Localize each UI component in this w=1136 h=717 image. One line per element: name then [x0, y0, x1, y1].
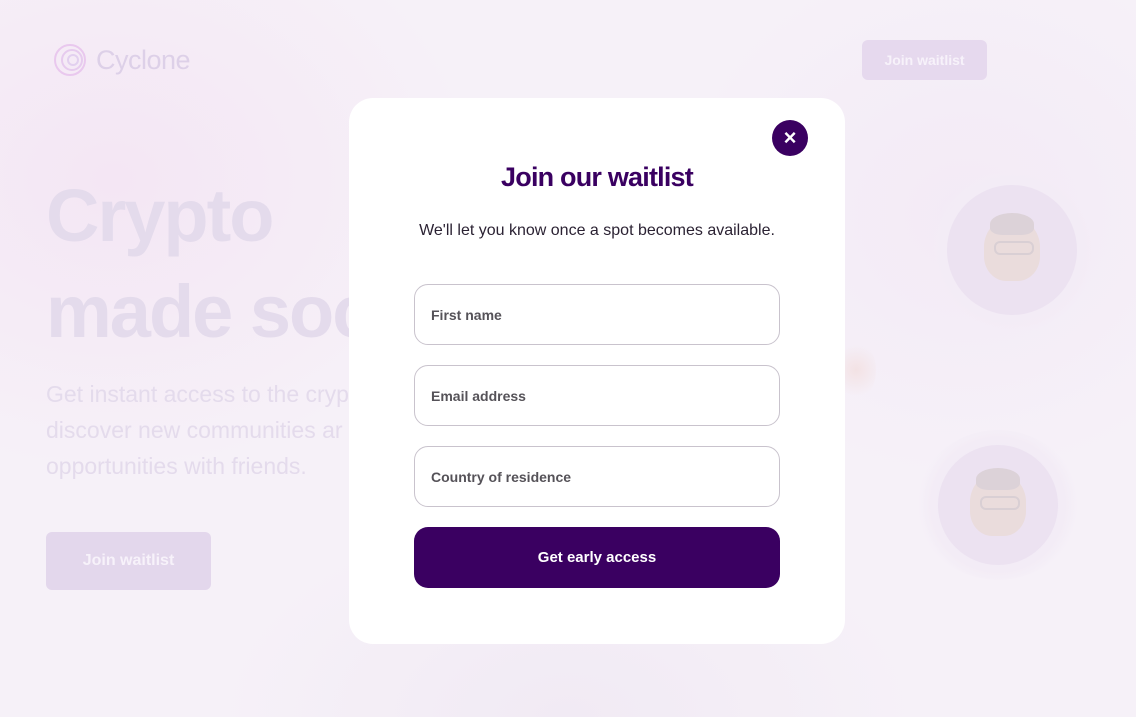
hero-subtitle-line: opportunities with friends.: [46, 453, 307, 479]
modal-title: Join our waitlist: [501, 162, 694, 192]
first-name-field[interactable]: [414, 284, 780, 345]
avatar-card-thinking: [916, 430, 1080, 580]
nav-join-waitlist-button[interactable]: Join waitlist: [862, 40, 987, 80]
hero-title-line: made soc: [46, 270, 373, 353]
hero-subtitle-line: discover new communities ar: [46, 417, 343, 443]
close-icon[interactable]: ×: [772, 120, 808, 156]
avatar-face-icon: [970, 468, 1026, 536]
email-field[interactable]: [414, 365, 780, 426]
get-early-access-button[interactable]: Get early access: [414, 527, 780, 588]
avatar: [938, 445, 1058, 565]
hero-join-waitlist-button[interactable]: Join waitlist: [46, 532, 211, 590]
cyclone-logo-icon: [54, 42, 90, 78]
brand-name: Cyclone: [96, 44, 191, 75]
country-field[interactable]: [414, 446, 780, 507]
brand-logo[interactable]: Cyclone: [54, 42, 191, 78]
avatar-face-icon: [984, 213, 1040, 281]
hero-subtitle: Get instant access to the cryp discover …: [46, 376, 376, 484]
avatar-card-glasses: [930, 168, 1094, 332]
hero-title-line: Crypto: [46, 174, 274, 257]
waitlist-modal: × Join our waitlist We'll let you know o…: [349, 98, 845, 644]
hero-title: Crypto made soc: [46, 168, 373, 360]
modal-subtitle: We'll let you know once a spot becomes a…: [419, 222, 775, 239]
hero-subtitle-line: Get instant access to the cryp: [46, 381, 349, 407]
avatar: [947, 185, 1077, 315]
